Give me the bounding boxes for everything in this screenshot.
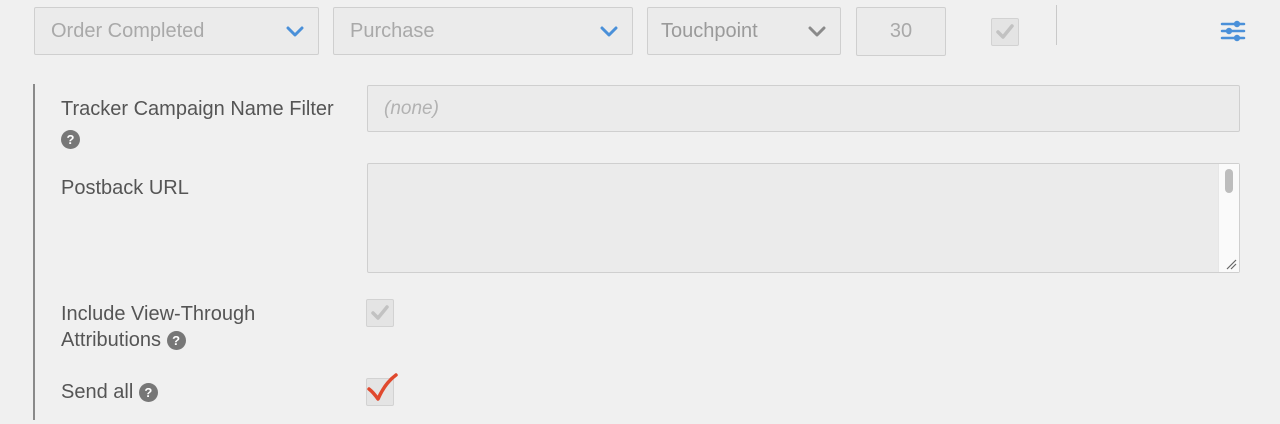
settings-button[interactable] — [1218, 18, 1248, 44]
chevron-down-icon — [600, 25, 618, 37]
view-through-checkbox[interactable] — [366, 299, 394, 327]
campaign-filter-label: Tracker Campaign Name Filter ? — [61, 96, 334, 152]
attribution-window-input[interactable]: 30 — [856, 7, 946, 56]
send-all-label: Send all ? — [61, 379, 158, 405]
event-select[interactable]: Order Completed — [34, 7, 319, 55]
resize-handle-icon[interactable] — [1225, 258, 1237, 270]
checkmark-icon — [371, 305, 389, 320]
chevron-down-icon — [286, 25, 304, 37]
sliders-icon — [1220, 20, 1246, 42]
help-icon[interactable]: ? — [166, 331, 186, 351]
campaign-filter-label-text: Tracker Campaign Name Filter — [61, 98, 334, 120]
attribution-model-value: Touchpoint — [661, 19, 758, 42]
attribution-window-value: 30 — [889, 20, 913, 42]
attribution-model-select[interactable]: Touchpoint — [647, 7, 841, 55]
section-left-border — [33, 84, 35, 420]
checkmark-icon — [367, 373, 398, 401]
textarea-scrollbar[interactable] — [1218, 164, 1239, 272]
type-select-value: Purchase — [350, 19, 435, 42]
postback-url-label: Postback URL — [61, 177, 189, 199]
help-icon[interactable]: ? — [61, 130, 80, 150]
campaign-filter-input[interactable]: (none) — [367, 85, 1240, 132]
campaign-filter-placeholder: (none) — [384, 97, 439, 119]
checkmark-icon — [996, 24, 1014, 39]
type-select[interactable]: Purchase — [333, 7, 633, 55]
scrollbar-thumb[interactable] — [1225, 169, 1233, 193]
view-through-label: Include View-Through Attributions ? — [61, 301, 255, 353]
view-through-label-line1: Include View-Through — [61, 303, 256, 325]
send-all-label-text: Send all — [61, 381, 134, 403]
send-all-checkbox[interactable] — [366, 373, 398, 406]
help-icon[interactable]: ? — [138, 383, 158, 403]
toolbar-divider — [1056, 5, 1057, 45]
view-through-label-line2: Attributions — [61, 329, 162, 351]
event-select-value: Order Completed — [51, 19, 205, 42]
postback-url-textarea[interactable] — [367, 163, 1240, 273]
enabled-checkbox[interactable] — [991, 18, 1019, 46]
chevron-down-icon — [808, 25, 826, 37]
